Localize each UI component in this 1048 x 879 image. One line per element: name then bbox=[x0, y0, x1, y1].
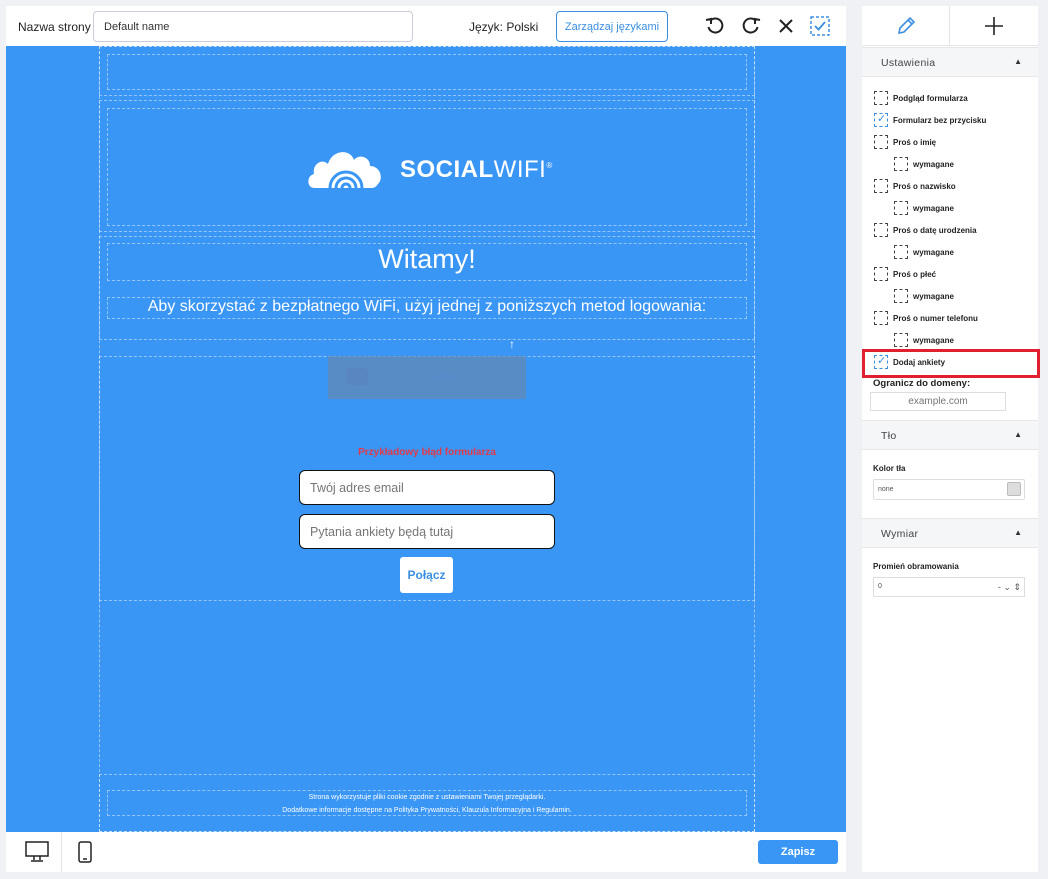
desktop-view-icon[interactable] bbox=[25, 841, 49, 863]
highlight-box bbox=[862, 349, 1040, 378]
mobile-view-icon[interactable] bbox=[78, 841, 92, 863]
domain-label: Ogranicz do domeny: bbox=[873, 378, 971, 389]
survey-field[interactable] bbox=[299, 514, 555, 549]
social-login-icon bbox=[346, 368, 368, 385]
bg-color-label: Kolor tła bbox=[873, 464, 906, 473]
domain-input[interactable] bbox=[870, 392, 1006, 411]
checkbox[interactable] bbox=[874, 179, 888, 193]
checkbox[interactable] bbox=[874, 112, 888, 127]
redo-icon[interactable] bbox=[740, 15, 762, 37]
bg-color-input[interactable]: none bbox=[873, 479, 1025, 500]
page-canvas: SOCIALWIFI® Witamy! Aby skorzystać z bez… bbox=[6, 46, 846, 832]
checkbox[interactable] bbox=[874, 135, 888, 149]
welcome-heading[interactable]: Witamy! bbox=[107, 244, 747, 275]
page-name-label: Nazwa strony bbox=[18, 20, 91, 34]
checkbox[interactable] bbox=[894, 333, 908, 347]
form-error-message: Przykładowy błąd formularza bbox=[358, 447, 496, 458]
socialwifi-logo[interactable]: SOCIALWIFI® bbox=[306, 146, 556, 190]
checkbox[interactable] bbox=[894, 289, 908, 303]
settings-section-header[interactable]: Ustawienia ▲ bbox=[862, 47, 1038, 77]
plus-icon bbox=[985, 17, 1003, 35]
social-login-button[interactable]: Login bbox=[328, 356, 526, 399]
stepper-icon[interactable]: - ⌄ ⇕ bbox=[998, 578, 1021, 596]
border-radius-label: Promień obramowania bbox=[873, 562, 959, 571]
email-field[interactable] bbox=[299, 470, 555, 505]
social-login-label: Login bbox=[428, 371, 455, 383]
collapse-icon: ▲ bbox=[1014, 430, 1022, 439]
move-up-icon[interactable]: ↑ bbox=[509, 337, 515, 351]
tab-edit[interactable] bbox=[862, 6, 950, 46]
language-label: Język: Polski bbox=[469, 20, 539, 34]
collapse-icon: ▲ bbox=[1014, 528, 1022, 537]
footer-line-1: Strona wykorzystuje pliki cookie zgodnie… bbox=[308, 794, 546, 801]
footer-line-2: Dodatkowe informacje dostępne na Polityk… bbox=[282, 807, 572, 814]
checkbox[interactable] bbox=[874, 311, 888, 325]
undo-icon[interactable] bbox=[704, 15, 726, 37]
checkbox[interactable] bbox=[894, 201, 908, 215]
manage-languages-button[interactable]: Zarządzaj językami bbox=[556, 11, 668, 42]
checkbox[interactable] bbox=[874, 267, 888, 281]
bottom-bar-divider bbox=[61, 832, 62, 872]
bottom-bar: Zapisz bbox=[6, 832, 846, 872]
checkbox[interactable] bbox=[874, 223, 888, 237]
connect-button[interactable]: Połącz bbox=[400, 557, 453, 593]
login-instructions[interactable]: Aby skorzystać z bezpłatnego WiFi, użyj … bbox=[107, 298, 747, 316]
dimension-section-header[interactable]: Wymiar ▲ bbox=[862, 518, 1038, 548]
background-section-header[interactable]: Tło ▲ bbox=[862, 420, 1038, 450]
footer-cookie-notice[interactable]: Strona wykorzystuje pliki cookie zgodnie… bbox=[107, 791, 747, 817]
checkbox[interactable] bbox=[894, 245, 908, 259]
top-toolbar: Nazwa strony Język: Polski Zarządzaj jęz… bbox=[6, 6, 846, 46]
checkbox[interactable] bbox=[874, 91, 888, 105]
cloud-wifi-icon bbox=[308, 152, 381, 189]
guides-toggle-icon[interactable] bbox=[809, 15, 831, 37]
checkbox[interactable] bbox=[894, 157, 908, 171]
tab-add[interactable] bbox=[950, 6, 1038, 46]
save-button[interactable]: Zapisz bbox=[758, 840, 838, 864]
page-name-input[interactable] bbox=[93, 11, 413, 42]
border-radius-input[interactable]: 0 - ⌄ ⇕ bbox=[873, 577, 1025, 597]
collapse-icon: ▲ bbox=[1014, 57, 1022, 66]
settings-panel: Ustawienia▲ Podgląd formularza Formularz… bbox=[862, 6, 1040, 872]
color-swatch[interactable] bbox=[1007, 482, 1021, 496]
logo-wordmark: SOCIALWIFI® bbox=[400, 156, 553, 183]
close-icon[interactable] bbox=[775, 15, 797, 37]
pencil-icon bbox=[897, 16, 916, 35]
top-inner-guide bbox=[107, 54, 747, 90]
